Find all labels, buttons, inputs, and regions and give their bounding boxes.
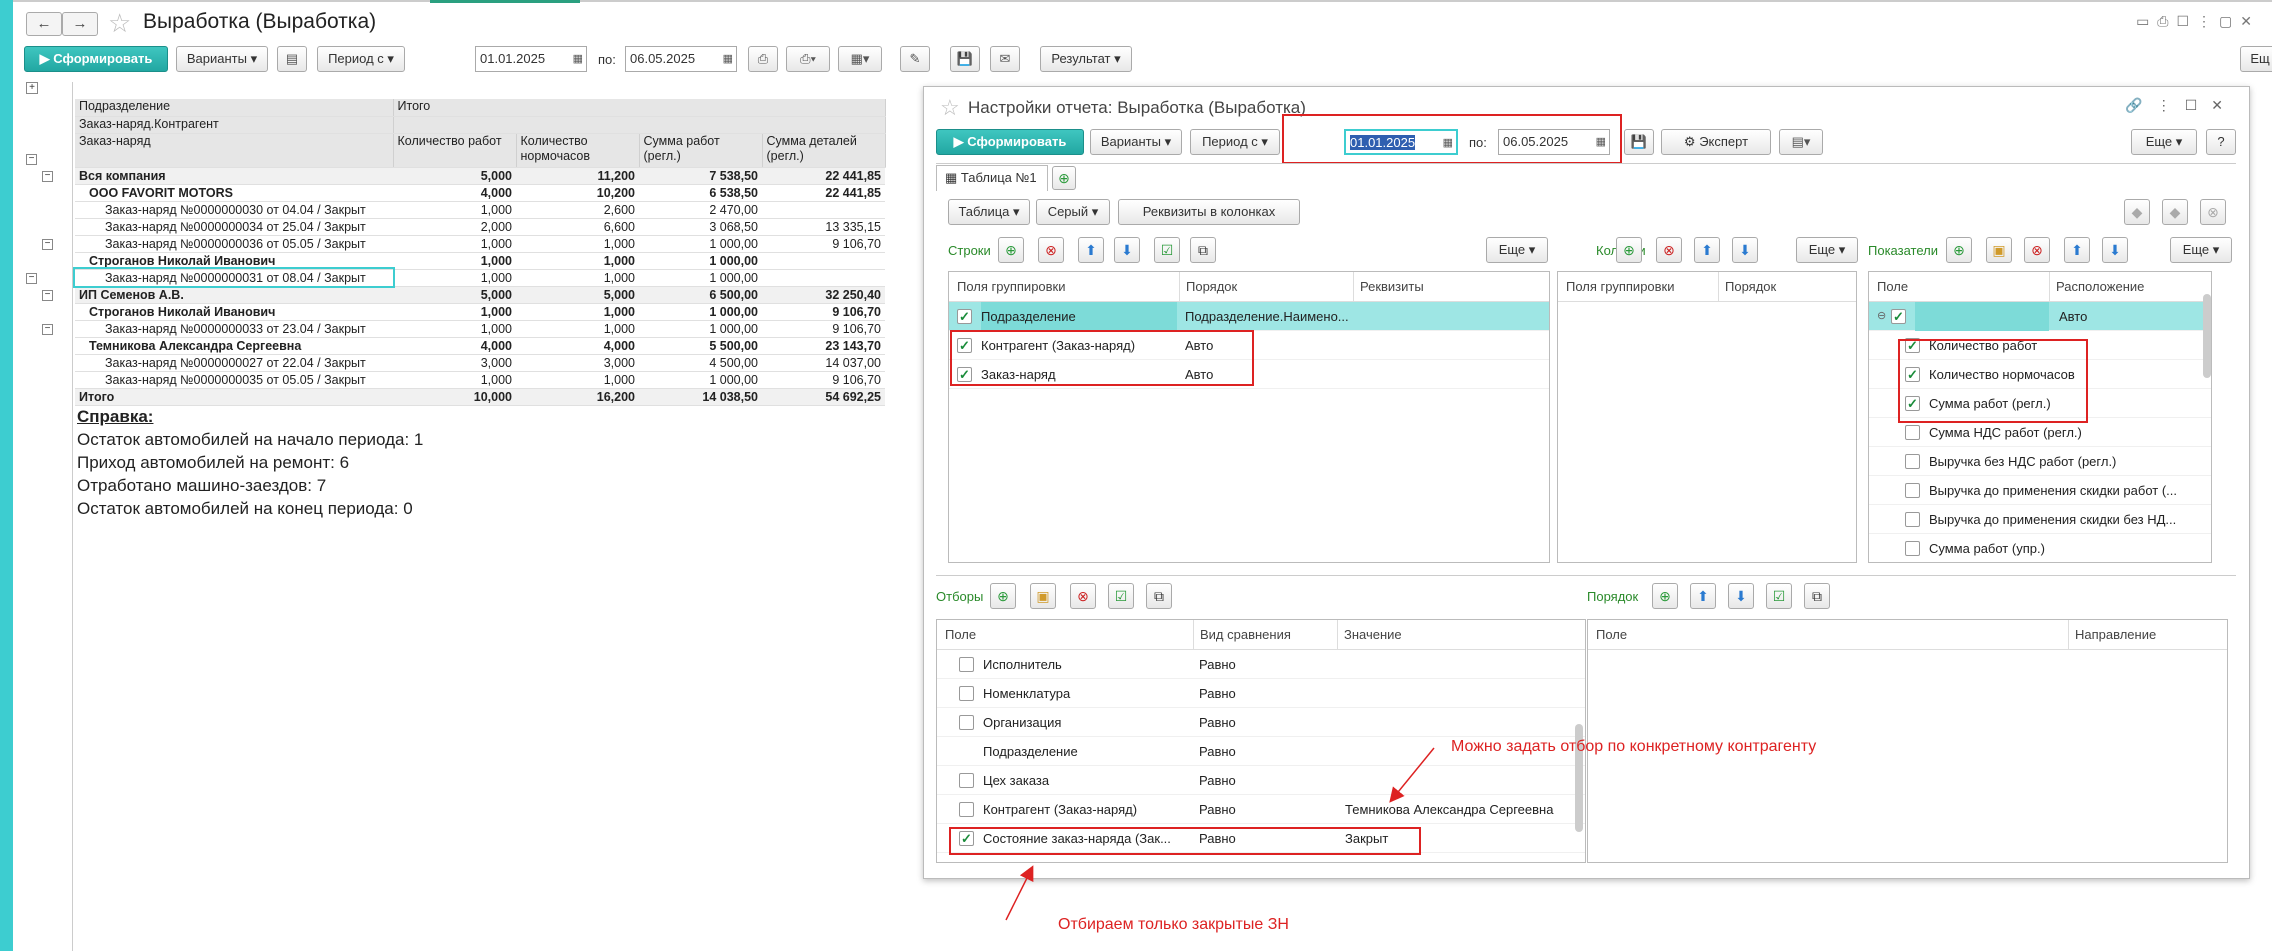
- annotation-arrows: [1005, 747, 1435, 921]
- arrow-line: [1389, 747, 1435, 803]
- arrow-line: [1005, 865, 1034, 921]
